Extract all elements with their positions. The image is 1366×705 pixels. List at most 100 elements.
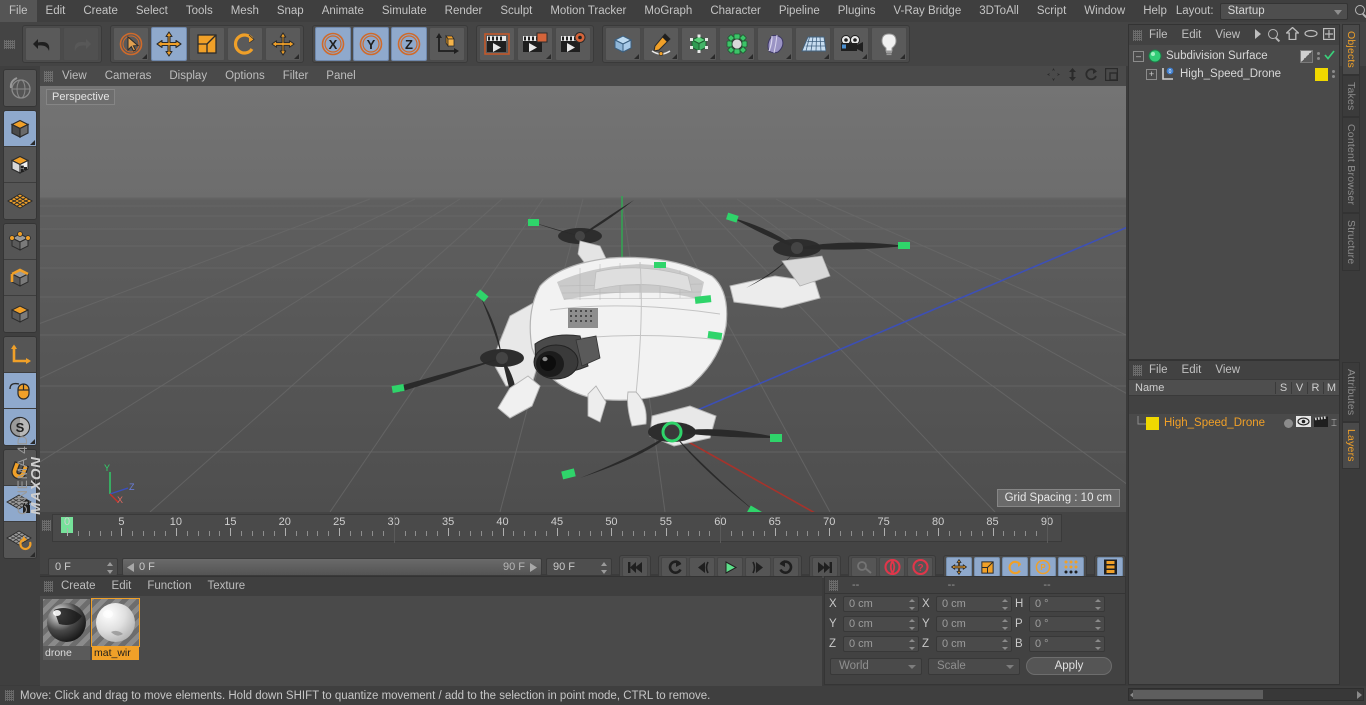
end-frame-field[interactable]: 90 F [546,558,612,576]
expand-icon[interactable]: + [1146,68,1157,80]
sphere-white-icon[interactable] [91,598,140,647]
sphere-dark-icon[interactable] [43,599,90,646]
undo-view-button[interactable] [4,70,36,106]
object-tree[interactable]: – Subdivision Surface +0 High_Speed_Drone [1129,45,1339,359]
viewport-solo-button[interactable] [4,373,36,409]
spinner-icon[interactable] [1002,599,1009,610]
redo-button[interactable] [63,27,99,61]
generator-button[interactable] [681,27,717,61]
apply-button[interactable]: Apply [1026,657,1112,675]
x-axis-button[interactable]: X [315,27,351,61]
size-z-field[interactable]: 0 cm [936,636,1012,652]
spline-pen-button[interactable] [643,27,679,61]
search-icon[interactable] [1267,28,1281,42]
key-pla-button[interactable] [1058,557,1084,577]
visibility-dots-icon[interactable] [1332,70,1335,78]
key-parameter-button[interactable]: P [1030,557,1056,577]
environment-button[interactable] [795,27,831,61]
layer-row[interactable]: High_Speed_Drone ⌶ [1129,414,1339,432]
move-button[interactable] [151,27,187,61]
menu-item-v-ray-bridge[interactable]: V-Ray Bridge [884,0,970,22]
objects-menu-item-view[interactable]: View [1208,25,1247,45]
render-view-button[interactable] [479,27,515,61]
object-tree-row[interactable]: – Subdivision Surface [1129,47,1339,65]
tab-takes[interactable]: Takes [1342,75,1360,118]
visibility-dots-icon[interactable] [1317,52,1320,60]
scroll-right-arrow-icon[interactable] [1357,691,1362,699]
menu-item-window[interactable]: Window [1075,0,1134,22]
menu-item-help[interactable]: Help [1134,0,1176,22]
polygons-mode-button[interactable] [4,296,36,332]
menu-item-select[interactable]: Select [127,0,177,22]
spinner-icon[interactable] [1002,639,1009,650]
record-button[interactable] [879,557,905,577]
previous-key-button[interactable] [661,557,687,577]
layers-list[interactable]: High_Speed_Drone ⌶ [1129,414,1339,684]
objects-menu-grip[interactable] [1133,29,1142,41]
search-icon[interactable] [1354,4,1366,18]
animation-layers-button[interactable] [1097,557,1123,577]
viewport-rotate-icon[interactable] [1085,68,1098,84]
deformer-button[interactable] [719,27,755,61]
key-rotation-button[interactable] [1002,557,1028,577]
tab-objects[interactable]: Objects [1342,24,1360,75]
material-menu-item-create[interactable]: Create [53,577,104,596]
viewport-zoom-icon[interactable] [1067,68,1078,84]
layout-select[interactable]: Startup [1219,2,1348,20]
toolbar-grip[interactable] [4,39,15,49]
spinner-icon[interactable] [601,562,608,574]
render-picture-viewer-button[interactable] [517,27,553,61]
tab-content-browser[interactable]: Content Browser [1342,117,1360,213]
rotate-button[interactable] [227,27,263,61]
step-back-button[interactable] [689,557,715,577]
edges-mode-button[interactable] [4,260,36,296]
scene-object-button[interactable] [757,27,793,61]
ellipse-icon[interactable] [1304,29,1318,41]
play-button[interactable] [717,557,743,577]
viewport-maximize-icon[interactable] [1104,67,1119,84]
position-z-field[interactable]: 0 cm [843,636,919,652]
objects-menu-item-file[interactable]: File [1142,25,1175,45]
material-menu-item-texture[interactable]: Texture [199,577,253,596]
menu-item-sculpt[interactable]: Sculpt [491,0,541,22]
rotation-b-field[interactable]: 0 ° [1029,636,1105,652]
spinner-icon[interactable] [909,639,916,650]
render-icon[interactable] [1314,416,1328,430]
material-name[interactable]: drone [43,646,90,660]
size-x-field[interactable]: 0 cm [936,596,1012,612]
move-axis-button[interactable] [265,27,301,61]
viewport-menu-item-cameras[interactable]: Cameras [96,66,161,86]
go-to-start-button[interactable] [622,557,648,577]
viewport-menu-item-panel[interactable]: Panel [317,66,364,86]
scale-button[interactable] [189,27,225,61]
material-name[interactable]: mat_wir [92,646,139,660]
menu-item-edit[interactable]: Edit [37,0,75,22]
material-list[interactable]: drone mat_wir [40,596,822,686]
current-frame-field[interactable]: 0 F [48,558,118,576]
layers-menu-grip[interactable] [1133,364,1142,376]
solo-dot-icon[interactable] [1284,418,1293,428]
collapse-icon[interactable]: – [1133,50,1144,62]
layers-menu-item-file[interactable]: File [1142,361,1175,379]
spinner-icon[interactable] [909,599,916,610]
spinner-icon[interactable] [909,619,916,630]
objects-menu-item-edit[interactable]: Edit [1175,25,1209,45]
manager-icon[interactable]: ⌶ [1331,418,1337,429]
menu-item-snap[interactable]: Snap [268,0,313,22]
render-settings-button[interactable] [555,27,591,61]
menu-item-mesh[interactable]: Mesh [222,0,268,22]
rotation-h-field[interactable]: 0 ° [1029,596,1105,612]
coordinate-grip[interactable] [829,579,838,591]
object-axis-button[interactable] [4,337,36,373]
enabled-check-icon[interactable] [1324,49,1335,63]
tab-attributes[interactable]: Attributes [1342,362,1360,423]
spinner-icon[interactable] [1095,619,1102,630]
coord-system-select[interactable]: World [830,657,922,675]
workplane-mode-button[interactable] [4,183,36,219]
y-axis-button[interactable]: Y [353,27,389,61]
viewport-move-icon[interactable] [1047,68,1060,84]
light-button[interactable] [871,27,907,61]
viewport-menu-grip[interactable] [44,70,53,82]
viewport-3d[interactable]: Perspective Grid Spacing : 10 cm Y Z X [40,86,1126,512]
status-grip[interactable] [5,690,14,701]
